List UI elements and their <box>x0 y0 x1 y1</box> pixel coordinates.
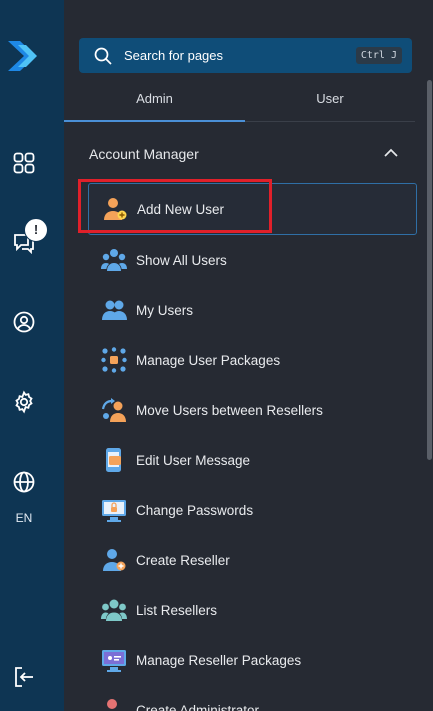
menu-item-manage-reseller-packages[interactable]: Manage Reseller Packages <box>88 635 417 685</box>
app-logo-icon[interactable] <box>6 37 42 75</box>
language-label[interactable]: EN <box>0 511 48 525</box>
dashboard-grid-icon[interactable] <box>12 151 36 175</box>
reseller-packages-icon <box>102 650 126 672</box>
user-message-icon <box>106 448 121 472</box>
scrollbar[interactable] <box>427 80 432 460</box>
menu-item-create-reseller[interactable]: Create Reseller <box>88 535 417 585</box>
menu-item-label: Edit User Message <box>136 453 251 468</box>
menu-item-label: List Resellers <box>136 603 218 618</box>
navigation-panel: Search for pages Ctrl J Admin User Accou… <box>64 0 433 711</box>
menu-item-list-resellers[interactable]: List Resellers <box>88 585 417 635</box>
create-reseller-icon <box>103 549 126 571</box>
menu-item-edit-user-message[interactable]: Edit User Message <box>88 435 417 485</box>
create-admin-icon <box>107 699 117 709</box>
settings-gear-icon[interactable] <box>12 390 36 414</box>
menu-item-label: Manage User Packages <box>136 353 281 368</box>
menu-item-label: Create Administrator <box>136 703 260 711</box>
menu-item-label: Change Passwords <box>136 503 254 518</box>
users-group-icon <box>101 249 127 271</box>
tab-admin[interactable]: Admin <box>64 82 245 122</box>
tab-user[interactable]: User <box>245 82 415 122</box>
menu-item-label: Show All Users <box>136 253 227 268</box>
user-packages-icon <box>101 347 127 373</box>
move-users-icon <box>101 398 126 422</box>
annotation-highlight-box <box>78 179 272 233</box>
menu-item-label: Manage Reseller Packages <box>136 653 302 668</box>
search-placeholder[interactable]: Search for pages <box>124 48 223 63</box>
user-profile-icon[interactable] <box>12 310 36 334</box>
search-icon <box>94 47 112 65</box>
left-rail: ! EN <box>0 0 64 711</box>
language-globe-icon[interactable] <box>12 470 36 494</box>
menu-item-label: Create Reseller <box>136 553 230 568</box>
menu-item-label: My Users <box>136 303 193 318</box>
section-title-account-manager[interactable]: Account Manager <box>89 146 199 162</box>
search-box[interactable]: Search for pages Ctrl J <box>79 38 412 73</box>
menu-item-my-users[interactable]: My Users <box>88 285 417 335</box>
menu-item-label: Move Users between Resellers <box>136 403 323 418</box>
logout-icon[interactable] <box>12 665 36 689</box>
menu-item-manage-user-packages[interactable]: Manage User Packages <box>88 335 417 385</box>
account-manager-menu: Add New User Show All Users My Users Man… <box>88 183 417 711</box>
tab-bar: Admin User <box>64 82 433 124</box>
menu-item-create-administrator[interactable]: Create Administrator <box>88 685 417 711</box>
my-users-icon <box>102 300 127 320</box>
menu-item-move-users-between-resellers[interactable]: Move Users between Resellers <box>88 385 417 435</box>
menu-item-show-all-users[interactable]: Show All Users <box>88 235 417 285</box>
list-resellers-icon <box>101 599 127 621</box>
chevron-up-icon[interactable] <box>382 144 400 162</box>
notification-badge[interactable]: ! <box>24 218 48 242</box>
change-password-icon <box>102 500 126 522</box>
menu-item-change-passwords[interactable]: Change Passwords <box>88 485 417 535</box>
search-shortcut-badge: Ctrl J <box>355 47 402 64</box>
